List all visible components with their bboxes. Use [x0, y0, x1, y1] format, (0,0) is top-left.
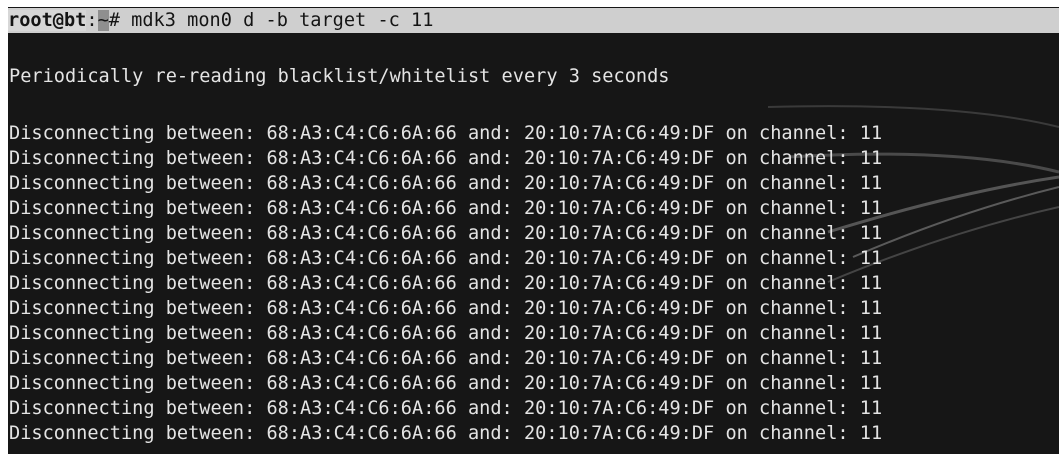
command-prompt-line[interactable]: root@bt:~# mdk3 mon0 d -b target -c 11: [8, 8, 1059, 33]
output-line: Disconnecting between: 68:A3:C4:C6:6A:66…: [9, 198, 883, 219]
terminal-window[interactable]: root@bt:~# mdk3 mon0 d -b target -c 11 P…: [8, 7, 1059, 454]
output-line: Disconnecting between: 68:A3:C4:C6:6A:66…: [9, 248, 883, 269]
output-line: Disconnecting between: 68:A3:C4:C6:6A:66…: [9, 123, 883, 144]
output-line: Disconnecting between: 68:A3:C4:C6:6A:66…: [9, 323, 883, 344]
output-line: Disconnecting between: 68:A3:C4:C6:6A:66…: [9, 398, 883, 419]
prompt-path: ~: [97, 10, 109, 31]
output-line: Disconnecting between: 68:A3:C4:C6:6A:66…: [9, 423, 883, 444]
prompt-user-host: root@bt: [8, 10, 87, 31]
output-line: Disconnecting between: 68:A3:C4:C6:6A:66…: [9, 273, 883, 294]
prompt-separator: :: [86, 10, 98, 31]
output-line: Disconnecting between: 68:A3:C4:C6:6A:66…: [9, 173, 883, 194]
output-line: Disconnecting between: 68:A3:C4:C6:6A:66…: [9, 223, 883, 244]
output-line: Disconnecting between: 68:A3:C4:C6:6A:66…: [9, 148, 883, 169]
output-line: Disconnecting between: 68:A3:C4:C6:6A:66…: [9, 348, 883, 369]
prompt-symbol: #: [108, 10, 132, 31]
command-text: mdk3 mon0 d -b target -c 11: [131, 10, 434, 31]
output-line: Disconnecting between: 68:A3:C4:C6:6A:66…: [9, 373, 883, 394]
info-line: Periodically re-reading blacklist/whitel…: [9, 66, 670, 87]
output-line: Disconnecting between: 68:A3:C4:C6:6A:66…: [9, 298, 883, 319]
